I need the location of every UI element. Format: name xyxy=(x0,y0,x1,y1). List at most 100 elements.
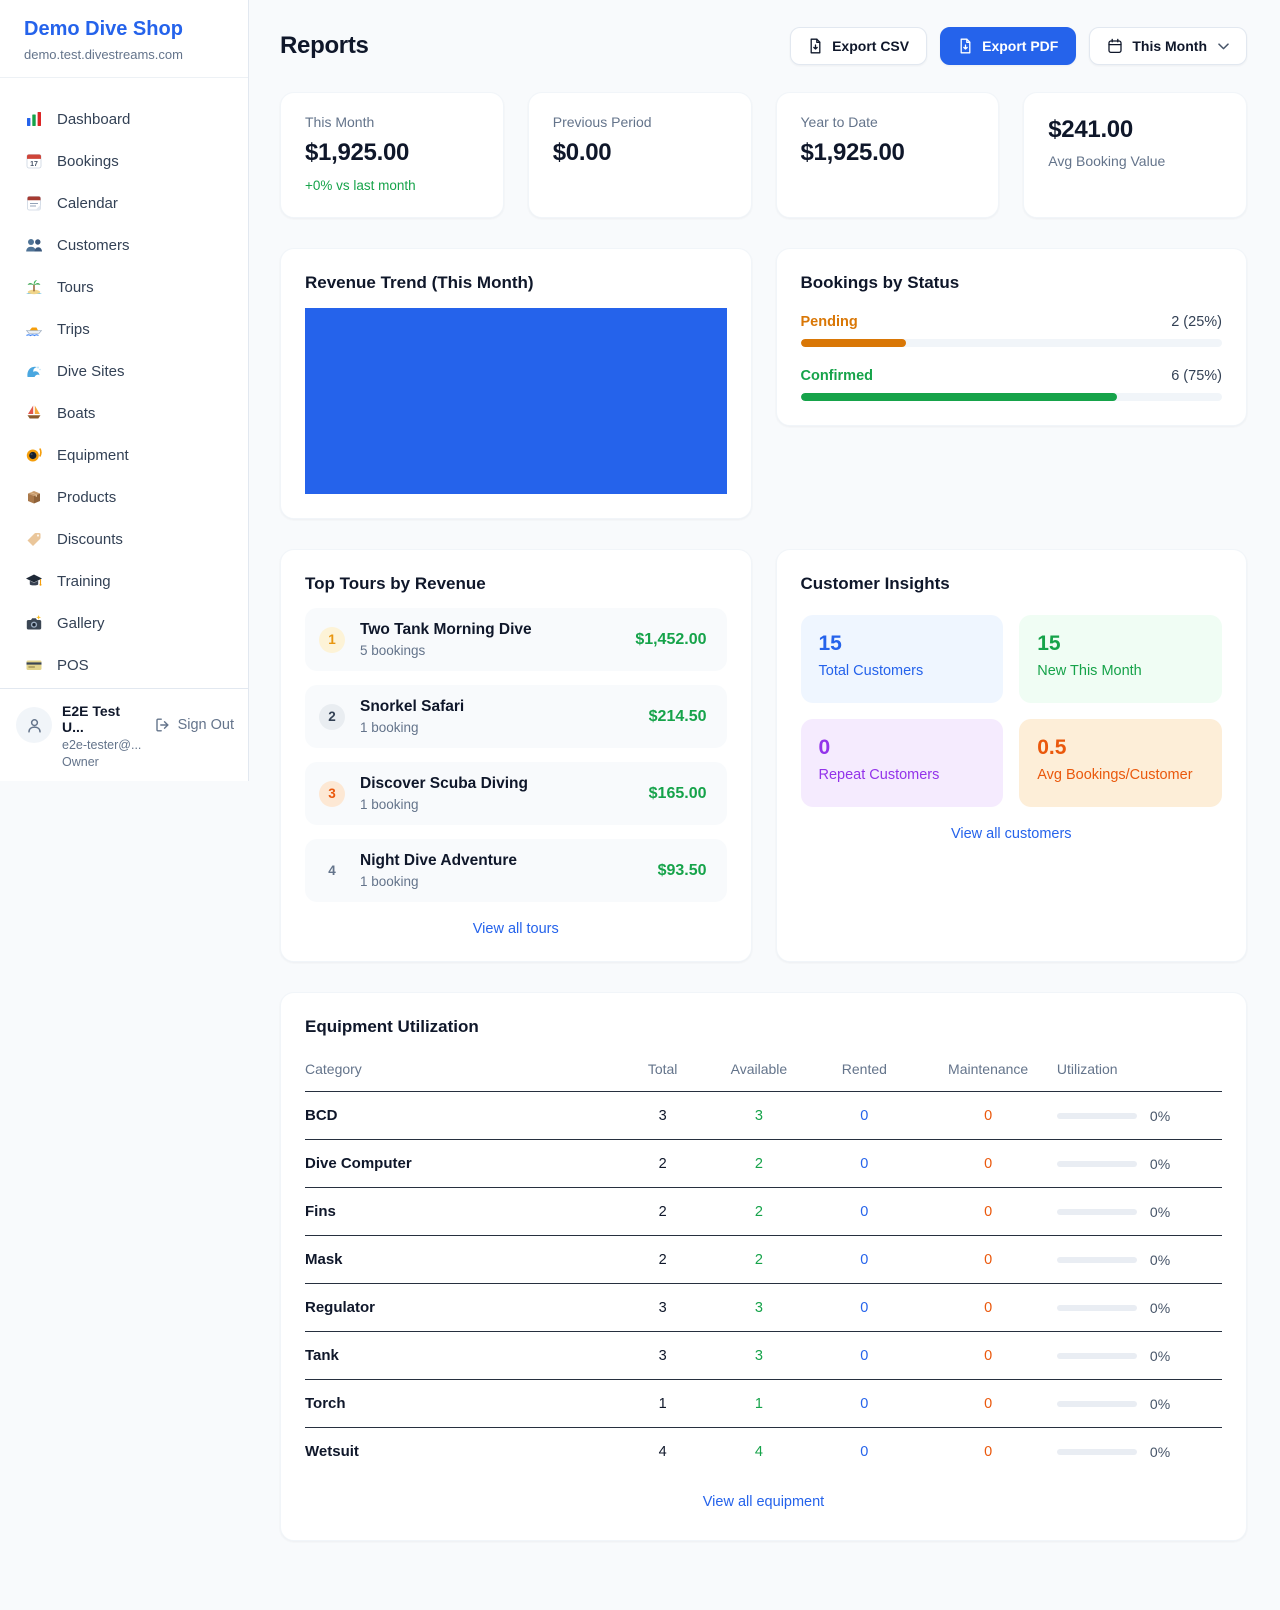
sidebar-item-training[interactable]: Training xyxy=(12,560,236,602)
period-label: This Month xyxy=(1132,38,1207,54)
main-content: Reports Export CSV Export PDF This Month… xyxy=(249,0,1280,1581)
diving-mask-icon xyxy=(24,446,43,465)
user-name: E2E Test U... xyxy=(62,703,145,735)
status-count: 2 (25%) xyxy=(1171,314,1222,330)
cell-category: Dive Computer xyxy=(305,1140,617,1188)
card-title: Bookings by Status xyxy=(801,273,1223,293)
export-pdf-label: Export PDF xyxy=(982,38,1058,54)
brand: Demo Dive Shop demo.test.divestreams.com xyxy=(0,0,248,78)
sign-out-label: Sign Out xyxy=(178,717,234,733)
utilization-bar xyxy=(1057,1209,1137,1215)
shop-name: Demo Dive Shop xyxy=(24,18,224,41)
cell-total: 2 xyxy=(617,1188,709,1236)
rank-badge: 3 xyxy=(319,781,345,807)
stat-card-previous-period: Previous Period $0.00 xyxy=(528,92,752,218)
cell-total: 3 xyxy=(617,1092,709,1140)
stat-value: $1,925.00 xyxy=(801,139,975,167)
sidebar-item-label: Equipment xyxy=(57,447,129,464)
tile-value: 0.5 xyxy=(1037,736,1204,760)
sidebar-item-products[interactable]: Products xyxy=(12,476,236,518)
cell-maintenance: 0 xyxy=(919,1092,1057,1140)
utilization-bar xyxy=(1057,1353,1137,1359)
utilization-percent: 0% xyxy=(1150,1252,1170,1268)
cell-total: 1 xyxy=(617,1380,709,1428)
cell-category: Wetsuit xyxy=(305,1428,617,1476)
sidebar-item-pos[interactable]: POS xyxy=(12,644,236,686)
utilization-percent: 0% xyxy=(1150,1108,1170,1124)
cell-rented: 0 xyxy=(809,1380,919,1428)
sidebar-item-dashboard[interactable]: Dashboard xyxy=(12,98,236,140)
tile-value: 15 xyxy=(819,632,986,656)
table-row: Regulator 3 3 0 0 0% xyxy=(305,1284,1222,1332)
cell-rented: 0 xyxy=(809,1092,919,1140)
rank-badge: 2 xyxy=(319,704,345,730)
utilization-percent: 0% xyxy=(1150,1396,1170,1412)
sidebar-item-label: Customers xyxy=(57,237,130,254)
cell-rented: 0 xyxy=(809,1236,919,1284)
view-all-tours-link[interactable]: View all tours xyxy=(305,921,727,937)
column-header-category: Category xyxy=(305,1050,617,1092)
utilization-percent: 0% xyxy=(1150,1348,1170,1364)
period-dropdown[interactable]: This Month xyxy=(1089,27,1247,65)
speedboat-icon xyxy=(24,320,43,339)
column-header-available: Available xyxy=(708,1050,809,1092)
sidebar-item-dive-sites[interactable]: Dive Sites xyxy=(12,350,236,392)
view-all-customers-link[interactable]: View all customers xyxy=(801,826,1223,842)
insight-grid: 15 Total Customers 15 New This Month 0 R… xyxy=(801,615,1223,807)
sidebar-item-boats[interactable]: Boats xyxy=(12,392,236,434)
calendar-date-icon: 17 xyxy=(24,152,43,171)
export-pdf-button[interactable]: Export PDF xyxy=(940,27,1076,65)
rank-badge: 4 xyxy=(319,858,345,884)
cell-total: 2 xyxy=(617,1236,709,1284)
tour-name: Discover Scuba Diving xyxy=(360,775,528,793)
sidebar-item-trips[interactable]: Trips xyxy=(12,308,236,350)
tile-total-customers: 15 Total Customers xyxy=(801,615,1004,703)
tour-row: 3 Discover Scuba Diving 1 booking $165.0… xyxy=(305,762,727,825)
utilization-percent: 0% xyxy=(1150,1444,1170,1460)
status-label: Confirmed xyxy=(801,368,874,384)
equipment-table: Category Total Available Rented Maintena… xyxy=(305,1050,1222,1475)
chevron-down-icon xyxy=(1218,43,1229,50)
cell-maintenance: 0 xyxy=(919,1380,1057,1428)
tour-revenue: $1,452.00 xyxy=(623,631,706,649)
column-header-maintenance: Maintenance xyxy=(919,1050,1057,1092)
cell-category: Fins xyxy=(305,1188,617,1236)
sign-out-button[interactable]: Sign Out xyxy=(155,717,234,733)
utilization-bar xyxy=(1057,1113,1137,1119)
revenue-trend-card: Revenue Trend (This Month) xyxy=(280,248,752,519)
user-role: Owner xyxy=(62,755,145,769)
progress-fill xyxy=(801,339,906,347)
sidebar-item-calendar[interactable]: Calendar xyxy=(12,182,236,224)
utilization-bar xyxy=(1057,1161,1137,1167)
utilization-cell: 0% xyxy=(1057,1444,1222,1460)
column-header-utilization: Utilization xyxy=(1057,1050,1222,1092)
table-row: Tank 3 3 0 0 0% xyxy=(305,1332,1222,1380)
cell-rented: 0 xyxy=(809,1428,919,1476)
people-icon xyxy=(24,236,43,255)
shop-domain: demo.test.divestreams.com xyxy=(24,47,224,62)
export-csv-button[interactable]: Export CSV xyxy=(790,27,927,65)
utilization-percent: 0% xyxy=(1150,1204,1170,1220)
tour-name: Snorkel Safari xyxy=(360,698,464,716)
sidebar-item-gallery[interactable]: Gallery xyxy=(12,602,236,644)
sidebar-item-customers[interactable]: Customers xyxy=(12,224,236,266)
table-row: Dive Computer 2 2 0 0 0% xyxy=(305,1140,1222,1188)
tile-label: Total Customers xyxy=(819,663,986,679)
sidebar-item-label: Training xyxy=(57,573,111,590)
cell-available: 3 xyxy=(708,1092,809,1140)
cell-total: 3 xyxy=(617,1332,709,1380)
view-all-equipment-link[interactable]: View all equipment xyxy=(305,1494,1222,1510)
cell-maintenance: 0 xyxy=(919,1140,1057,1188)
cell-rented: 0 xyxy=(809,1284,919,1332)
sidebar-item-tours[interactable]: Tours xyxy=(12,266,236,308)
tour-name: Two Tank Morning Dive xyxy=(360,621,532,639)
sidebar-item-bookings[interactable]: 17 Bookings xyxy=(12,140,236,182)
cell-category: Regulator xyxy=(305,1284,617,1332)
sidebar-item-label: Products xyxy=(57,489,116,506)
sidebar-item-equipment[interactable]: Equipment xyxy=(12,434,236,476)
sidebar-item-discounts[interactable]: Discounts xyxy=(12,518,236,560)
customer-insights-card: Customer Insights 15 Total Customers 15 … xyxy=(776,549,1248,962)
top-tours-card: Top Tours by Revenue 1 Two Tank Morning … xyxy=(280,549,752,962)
utilization-bar xyxy=(1057,1401,1137,1407)
cell-category: Tank xyxy=(305,1332,617,1380)
